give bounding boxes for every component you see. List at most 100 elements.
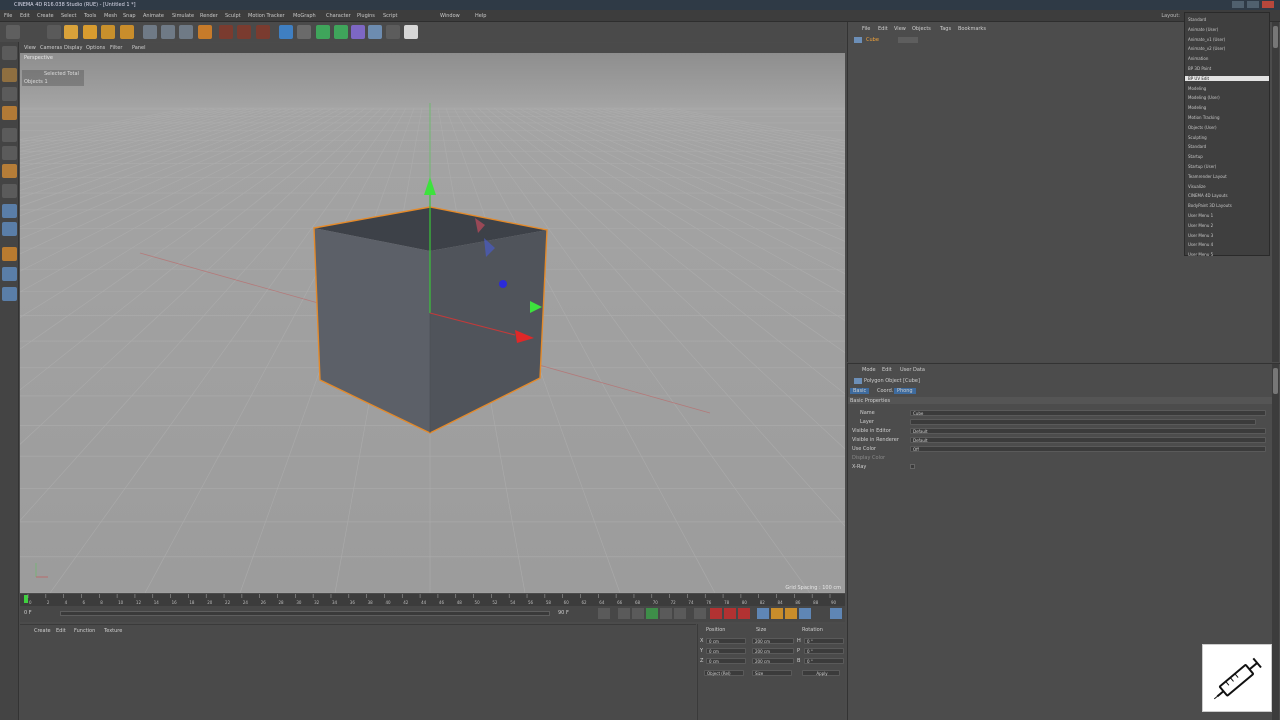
goto-end-icon[interactable] bbox=[694, 608, 706, 619]
menu-item[interactable]: Script bbox=[383, 13, 398, 19]
menu-item[interactable]: Mesh bbox=[104, 13, 117, 19]
timeline-ruler[interactable]: 0 2 4 6 8 10 12 14 16 18 20 22 24 26 28 30 32 34 36 38 40 42 4… bbox=[20, 594, 845, 606]
deformer-icon[interactable] bbox=[351, 25, 365, 39]
enable-axis-icon[interactable] bbox=[2, 184, 17, 198]
position-key-icon[interactable] bbox=[757, 608, 769, 619]
rotation-key-icon[interactable] bbox=[785, 608, 797, 619]
object-name-cube[interactable]: Cube bbox=[866, 37, 879, 43]
layout-menu-item[interactable]: Startup (User) bbox=[1188, 164, 1216, 169]
material-menu-create[interactable]: Create bbox=[34, 628, 51, 634]
viewport-menu-filter[interactable]: Filter bbox=[110, 45, 122, 51]
size-y-field[interactable]: 200 cm bbox=[752, 648, 794, 654]
layer-field[interactable] bbox=[910, 419, 1256, 425]
subdivision-icon[interactable] bbox=[316, 25, 330, 39]
param-key-icon[interactable] bbox=[799, 608, 811, 619]
coord-mode-dropdown[interactable]: Object (Rel) bbox=[704, 670, 744, 676]
layout-menu-item[interactable]: Motion Tracking bbox=[1188, 115, 1219, 120]
menu-item[interactable]: Create bbox=[37, 13, 54, 19]
attr-scrollbar[interactable] bbox=[1272, 364, 1279, 720]
texture-mode-icon[interactable] bbox=[2, 87, 17, 101]
move-tool-icon[interactable] bbox=[64, 25, 78, 39]
viewport-menu-display[interactable]: Display bbox=[64, 45, 82, 51]
menu-item[interactable]: Help bbox=[475, 13, 486, 19]
layout-menu-item[interactable]: Modeling (User) bbox=[1188, 95, 1220, 100]
prev-frame-icon[interactable] bbox=[632, 608, 644, 619]
tweak-mode-icon[interactable] bbox=[2, 204, 17, 218]
render-view-icon[interactable] bbox=[219, 25, 233, 39]
rotation-p-field[interactable]: 0 ° bbox=[804, 648, 844, 654]
layout-menu-item[interactable]: User Menu 4 bbox=[1188, 242, 1213, 247]
snap-icon[interactable] bbox=[2, 247, 17, 261]
play-icon[interactable] bbox=[646, 608, 658, 619]
layout-menu-item[interactable]: User Menu 3 bbox=[1188, 233, 1213, 238]
material-menu-function[interactable]: Function bbox=[74, 628, 95, 634]
menu-item[interactable]: Select bbox=[61, 13, 76, 19]
menu-item[interactable]: Simulate bbox=[172, 13, 194, 19]
camera-icon[interactable] bbox=[386, 25, 400, 39]
layout-menu-item[interactable]: User Menu 5 bbox=[1188, 252, 1213, 257]
use-color-dropdown[interactable]: Off bbox=[910, 446, 1266, 452]
timeline-range-slider[interactable] bbox=[60, 611, 550, 616]
minimize-button[interactable] bbox=[1232, 1, 1244, 8]
layout-menu-item[interactable]: User Menu 2 bbox=[1188, 223, 1213, 228]
light-icon[interactable] bbox=[404, 25, 418, 39]
record-keys-icon[interactable] bbox=[710, 608, 722, 619]
menu-item[interactable]: Character bbox=[326, 13, 351, 19]
menu-item[interactable]: Plugins bbox=[357, 13, 375, 19]
layout-menu-item[interactable]: BP 3D Paint bbox=[1188, 66, 1211, 71]
menu-item[interactable]: Window bbox=[440, 13, 460, 19]
layout-menu-item[interactable]: Modeling bbox=[1188, 86, 1206, 91]
object-menu-edit[interactable]: Edit bbox=[878, 26, 888, 32]
undo-icon[interactable] bbox=[6, 25, 20, 39]
next-frame-icon[interactable] bbox=[660, 608, 672, 619]
menu-item[interactable]: Snap bbox=[123, 13, 136, 19]
current-frame-field[interactable]: 0 F bbox=[24, 610, 32, 616]
object-scrollbar[interactable] bbox=[1272, 22, 1279, 362]
layout-menu-item[interactable]: BP UV Edit bbox=[1185, 75, 1269, 81]
select-pointer-icon[interactable] bbox=[47, 25, 61, 39]
menu-item[interactable]: File bbox=[4, 13, 12, 19]
layout-menu-item[interactable]: Startup bbox=[1188, 154, 1203, 159]
scale-tool-icon[interactable] bbox=[83, 25, 97, 39]
object-visibility-dots[interactable] bbox=[898, 37, 918, 43]
menu-item[interactable]: MoGraph bbox=[293, 13, 316, 19]
close-button[interactable] bbox=[1262, 1, 1274, 8]
visible-editor-dropdown[interactable]: Default bbox=[910, 428, 1266, 434]
layout-menu-item[interactable]: Animate (User) bbox=[1188, 27, 1218, 32]
menu-item[interactable]: Edit bbox=[20, 13, 30, 19]
size-x-field[interactable]: 200 cm bbox=[752, 638, 794, 644]
layout-menu-item[interactable]: Modeling bbox=[1188, 105, 1206, 110]
menu-item[interactable]: Render bbox=[200, 13, 218, 19]
menu-item[interactable]: Tools bbox=[84, 13, 96, 19]
make-editable-icon[interactable] bbox=[2, 46, 17, 60]
coordinate-system-icon[interactable] bbox=[198, 25, 212, 39]
keyframe-selection-icon[interactable] bbox=[738, 608, 750, 619]
menu-item[interactable]: Animate bbox=[143, 13, 164, 19]
floor-icon[interactable] bbox=[368, 25, 382, 39]
cube-primitive-icon[interactable] bbox=[279, 25, 293, 39]
object-menu-view[interactable]: View bbox=[894, 26, 906, 32]
attr-menu-user-data[interactable]: User Data bbox=[900, 367, 925, 373]
edges-mode-icon[interactable] bbox=[2, 146, 17, 160]
apply-button[interactable]: Apply bbox=[802, 670, 840, 676]
layout-menu-item[interactable]: Standard bbox=[1188, 17, 1206, 22]
render-settings-icon[interactable] bbox=[256, 25, 270, 39]
array-icon[interactable] bbox=[334, 25, 348, 39]
menu-item[interactable]: Motion Tracker bbox=[248, 13, 285, 19]
next-key-icon[interactable] bbox=[674, 608, 686, 619]
layout-menu-item[interactable]: Animation bbox=[1188, 56, 1208, 61]
layout-menu-item[interactable]: User Menu 1 bbox=[1188, 213, 1213, 218]
viewport-menu-panel[interactable]: Panel bbox=[132, 45, 146, 51]
maximize-button[interactable] bbox=[1247, 1, 1259, 8]
visible-renderer-dropdown[interactable]: Default bbox=[910, 437, 1266, 443]
object-menu-tags[interactable]: Tags bbox=[940, 26, 951, 32]
prev-key-icon[interactable] bbox=[618, 608, 630, 619]
size-mode-dropdown[interactable]: Size bbox=[752, 670, 792, 676]
object-menu-objects[interactable]: Objects bbox=[912, 26, 931, 32]
model-mode-icon[interactable] bbox=[2, 68, 17, 82]
points-mode-icon[interactable] bbox=[2, 128, 17, 142]
y-axis-lock-icon[interactable] bbox=[161, 25, 175, 39]
scale-key-icon[interactable] bbox=[771, 608, 783, 619]
polygons-mode-icon[interactable] bbox=[2, 164, 17, 178]
viewport-solo-icon[interactable] bbox=[2, 222, 17, 236]
